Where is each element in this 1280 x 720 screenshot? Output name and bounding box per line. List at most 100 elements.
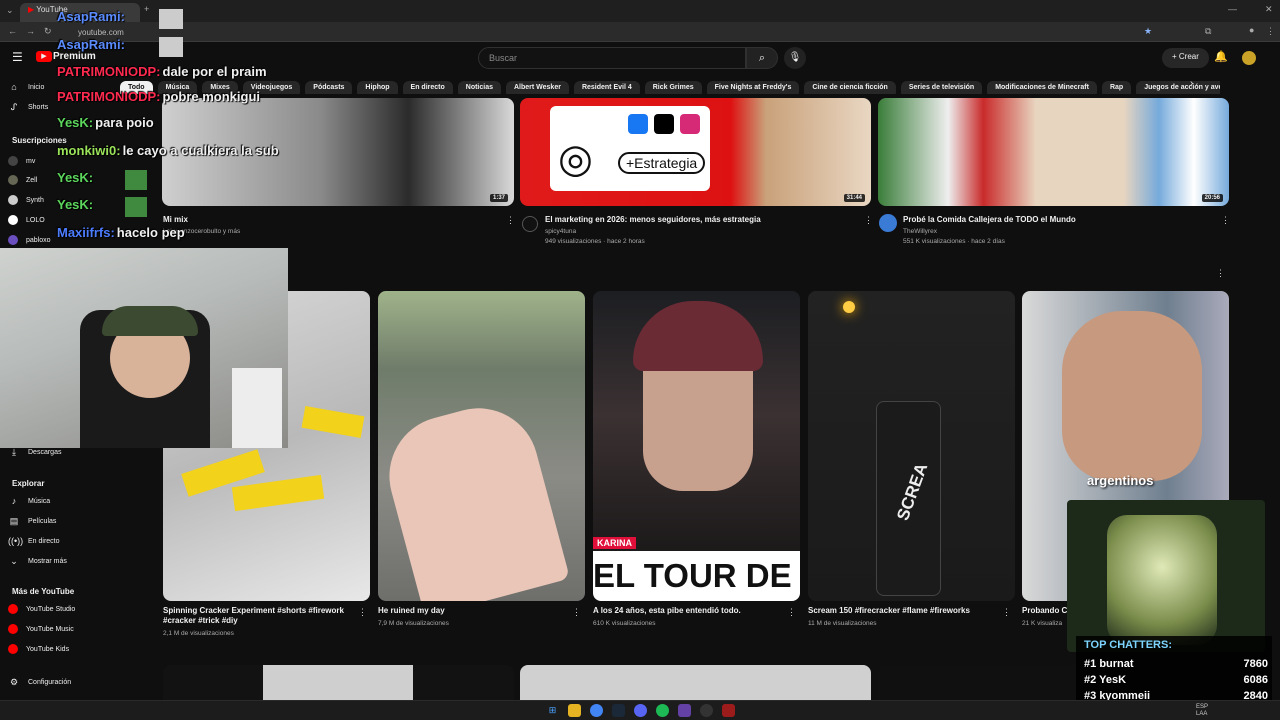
video-channel[interactable]: TheWillyrex — [903, 227, 937, 236]
more-options-icon[interactable]: ⋮ — [572, 607, 581, 618]
file-explorer-icon[interactable] — [568, 704, 581, 717]
video-thumbnail-row3-2[interactable] — [520, 665, 871, 700]
filter-chip[interactable]: Albert Wesker — [506, 81, 569, 94]
filter-chip[interactable]: Five Nights at Freddy's — [706, 81, 800, 94]
hamburger-menu-icon[interactable]: ☰ — [12, 50, 23, 64]
sidebar-item-sub-zell[interactable]: Zell — [8, 175, 37, 185]
chat-emote — [125, 170, 147, 190]
short-thumbnail-3[interactable]: KARINA EL TOUR DE L — [593, 291, 800, 601]
chips-next-chevron-icon[interactable]: › — [1190, 78, 1193, 89]
video-thumbnail-marketing[interactable]: ◎ +Estrategia 31:44 — [520, 98, 871, 206]
create-button[interactable]: + Crear — [1162, 48, 1209, 68]
browser-tab-strip: ⌄ ▶ YouTube + — ✕ — [0, 0, 1280, 22]
more-options-icon[interactable]: ⋮ — [787, 607, 796, 618]
thumbnail-graphic: ◎ +Estrategia — [550, 106, 710, 191]
more-options-icon[interactable]: ⋮ — [864, 215, 873, 226]
twitch-icon[interactable] — [678, 704, 691, 717]
sidebar-label: pabloxo — [26, 236, 51, 244]
windows-start-icon[interactable]: ⊞ — [546, 704, 559, 717]
more-options-icon[interactable]: ⋮ — [1002, 607, 1011, 618]
short-thumbnail-2[interactable] — [378, 291, 585, 601]
sidebar-item-sub-pabloxo[interactable]: pabloxo — [8, 235, 51, 245]
filter-chip[interactable]: Pódcasts — [305, 81, 353, 94]
voice-search-button[interactable]: 🎙 — [784, 47, 806, 69]
short-title[interactable]: A los 24 años, esta pibe entendió todo. — [593, 606, 741, 616]
sidebar-item-sub-synth[interactable]: Synth — [8, 195, 44, 205]
discord-icon[interactable] — [634, 704, 647, 717]
short-title[interactable]: Spinning Cracker Experiment #shorts #fir… — [163, 606, 353, 626]
youtube-premium-logo[interactable]: Premium — [53, 51, 96, 62]
minimize-icon[interactable]: — — [1228, 4, 1237, 14]
chrome-icon[interactable] — [590, 704, 603, 717]
obs-icon[interactable] — [700, 704, 713, 717]
filter-chip[interactable]: Series de televisión — [900, 81, 983, 94]
filter-chip[interactable]: Juegos de acción y aventuras — [1136, 81, 1220, 94]
tab-search-icon[interactable]: ⌄ — [6, 5, 14, 16]
video-channel[interactable]: spicy4tuna — [545, 227, 576, 236]
sidebar-item-yt-music[interactable]: YouTube Music — [8, 624, 74, 634]
chat-message: AsapRami: — [57, 9, 183, 29]
extensions-icon[interactable]: ⧉ — [1205, 26, 1211, 37]
channel-avatar[interactable] — [879, 214, 897, 232]
sidebar-item-music[interactable]: ♪ Música — [8, 496, 50, 506]
video-title[interactable]: Mi mix — [163, 215, 188, 225]
notifications-bell-icon[interactable]: 🔔 — [1214, 50, 1228, 63]
sidebar-item-yt-kids[interactable]: YouTube Kids — [8, 644, 69, 654]
profile-avatar-icon[interactable]: ● — [1249, 25, 1254, 35]
video-title[interactable]: El marketing en 2026: menos seguidores, … — [545, 215, 761, 225]
shorts-section-menu-icon[interactable]: ⋮ — [1216, 268, 1225, 279]
sidebar-item-movies[interactable]: ▤ Películas — [8, 516, 57, 527]
channel-avatar — [8, 235, 18, 245]
sidebar-item-sub-mv[interactable]: mv — [8, 156, 35, 166]
short-meta: 610 K visualizaciones — [593, 620, 656, 627]
sidebar-item-sub-lolo[interactable]: LOLO — [8, 215, 45, 225]
search-input[interactable]: Buscar — [478, 47, 746, 69]
sidebar-item-yt-studio[interactable]: YouTube Studio — [8, 604, 75, 614]
video-duration: 20:56 — [1201, 194, 1223, 202]
filter-chip[interactable]: Cine de ciencia ficción — [804, 81, 896, 94]
sidebar-item-home[interactable]: ⌂ Inicio — [8, 82, 44, 92]
video-title[interactable]: Probé la Comida Callejera de TODO el Mun… — [903, 215, 1076, 225]
forward-icon[interactable]: → — [26, 26, 35, 36]
filter-chip[interactable]: Hiphop — [357, 81, 398, 94]
back-icon[interactable]: ← — [8, 26, 17, 36]
filter-chip[interactable]: Resident Evil 4 — [573, 81, 640, 94]
filter-chip[interactable]: En directo — [402, 81, 453, 94]
channel-avatar[interactable] — [522, 216, 538, 232]
short-title[interactable]: Probando C — [1022, 606, 1067, 616]
short-title[interactable]: Scream 150 #firecracker #flame #firework… — [808, 606, 970, 616]
filter-chip[interactable]: Noticias — [457, 81, 501, 94]
sidebar-item-live[interactable]: ((•)) En directo — [8, 536, 60, 546]
filter-chip[interactable]: Modificaciones de Minecraft — [987, 81, 1097, 94]
close-window-icon[interactable]: ✕ — [1265, 4, 1273, 15]
reload-icon[interactable]: ↻ — [44, 26, 52, 37]
video-thumbnail-row3-1[interactable] — [163, 665, 514, 700]
sidebar-item-shorts[interactable]: ᔑ Shorts — [8, 102, 48, 113]
sidebar-item-downloads[interactable]: ⤓ Descargas — [8, 447, 61, 458]
explore-heading: Explorar — [12, 479, 45, 488]
video-thumbnail-street-food[interactable]: 20:56 — [878, 98, 1229, 206]
sidebar-item-settings[interactable]: ⚙ Configuración — [8, 677, 71, 688]
search-button[interactable]: ⌕ — [746, 47, 778, 69]
app-icon[interactable] — [722, 704, 735, 717]
browser-menu-icon[interactable]: ⋮ — [1266, 26, 1275, 37]
steam-icon[interactable] — [612, 704, 625, 717]
spotify-icon[interactable] — [656, 704, 669, 717]
short-thumbnail-4[interactable]: SCREA — [808, 291, 1015, 601]
new-tab-icon[interactable]: + — [144, 4, 149, 14]
short-title[interactable]: He ruined my day — [378, 606, 445, 616]
more-options-icon[interactable]: ⋮ — [358, 607, 367, 618]
bookmark-star-icon[interactable]: ★ — [1144, 26, 1152, 37]
thumbnail-cracker — [231, 474, 325, 512]
language-indicator[interactable]: ESP LAA — [1196, 704, 1208, 718]
filter-chip[interactable]: Rap — [1101, 81, 1132, 94]
youtube-logo-icon[interactable]: ▶ — [36, 51, 52, 62]
url-field[interactable]: youtube.com — [78, 28, 124, 37]
sidebar-item-show-more[interactable]: ⌄ Mostrar más — [8, 556, 67, 567]
sidebar-label: mv — [26, 157, 36, 165]
filter-chip[interactable]: Rick Grimes — [644, 81, 702, 94]
more-options-icon[interactable]: ⋮ — [1221, 215, 1230, 226]
more-options-icon[interactable]: ⋮ — [506, 215, 515, 226]
short-meta: 2,1 M de visualizaciones — [163, 630, 234, 637]
account-avatar[interactable] — [1242, 51, 1256, 65]
